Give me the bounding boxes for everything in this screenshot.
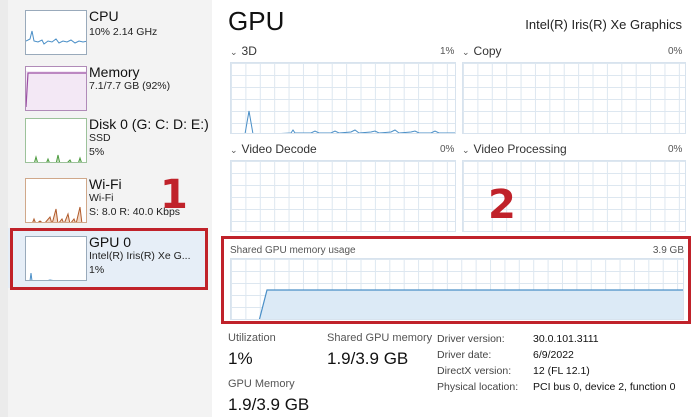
sidebar-item-label: Memory [89, 64, 140, 80]
disk-thumbnail-graph [25, 118, 87, 163]
engine-label-copy[interactable]: ⌄ Copy [462, 44, 502, 58]
engine-percent-copy: 0% [668, 46, 683, 57]
sidebar-item-detail: 5% [89, 146, 105, 158]
sidebar-edge [0, 0, 8, 417]
driver-date-value: 6/9/2022 [533, 349, 574, 361]
driver-version-label: Driver version: [437, 333, 505, 345]
engine-graph-3d [230, 62, 456, 134]
memory-thumbnail-graph [25, 66, 87, 111]
adapter-name: Intel(R) Iris(R) Xe Graphics [525, 17, 682, 32]
engine-percent-3d: 1% [440, 46, 455, 57]
engine-label-video-decode[interactable]: ⌄ Video Decode [230, 142, 317, 156]
annotation-label-2: 2 [488, 182, 516, 228]
directx-version-value: 12 (FL 12.1) [533, 365, 590, 377]
engine-percent-video-decode: 0% [440, 144, 455, 155]
chevron-down-icon: ⌄ [462, 145, 470, 155]
engine-graph-video-decode [230, 160, 456, 232]
annotation-box-1 [10, 228, 208, 290]
sidebar-item-label: CPU [89, 8, 119, 24]
chevron-down-icon: ⌄ [230, 47, 238, 57]
sidebar-item-cpu[interactable]: CPU 10% 2.14 GHz [8, 2, 208, 62]
physical-location-label: Physical location: [437, 381, 519, 393]
utilization-value: 1% [228, 349, 253, 368]
gpu-memory-value: 1.9/3.9 GB [228, 395, 310, 414]
gpu-memory-label: GPU Memory [228, 378, 295, 390]
directx-version-label: DirectX version: [437, 365, 512, 377]
page-title: GPU [228, 6, 285, 36]
annotation-label-1: 1 [160, 172, 188, 218]
sidebar-item-detail: SSD [89, 132, 111, 144]
annotation-box-2 [221, 236, 691, 324]
sidebar-item-memory[interactable]: Memory 7.1/7.7 GB (92%) [8, 58, 208, 118]
wifi-thumbnail-graph [25, 178, 87, 223]
physical-location-value: PCI bus 0, device 2, function 0 [533, 381, 676, 393]
utilization-label: Utilization [228, 332, 276, 344]
sidebar-item-label: Wi-Fi [89, 176, 122, 192]
sidebar-item-label: Disk 0 (G: C: D: E:) [89, 116, 209, 132]
chevron-down-icon: ⌄ [230, 145, 238, 155]
driver-date-label: Driver date: [437, 349, 492, 361]
engine-label-3d[interactable]: ⌄ 3D [230, 44, 257, 58]
engine-graph-copy [462, 62, 686, 134]
cpu-thumbnail-graph [25, 10, 87, 55]
shared-memory-label: Shared GPU memory [327, 332, 433, 344]
sidebar-item-disk[interactable]: Disk 0 (G: C: D: E:) SSD 5% [8, 110, 209, 170]
sidebar-item-detail: 10% 2.14 GHz [89, 26, 158, 38]
sidebar-item-detail: Wi-Fi [89, 192, 114, 204]
engine-label-video-processing[interactable]: ⌄ Video Processing [462, 142, 567, 156]
sidebar-item-detail: 7.1/7.7 GB (92%) [89, 80, 171, 92]
driver-version-value: 30.0.101.3111 [533, 333, 599, 345]
shared-memory-value: 1.9/3.9 GB [327, 349, 409, 368]
engine-percent-video-processing: 0% [668, 144, 683, 155]
chevron-down-icon: ⌄ [462, 47, 470, 57]
